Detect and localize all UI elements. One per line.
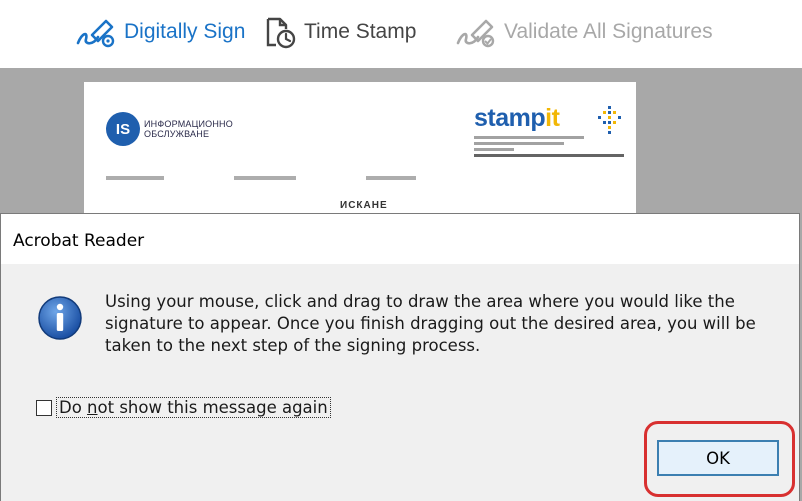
is-logo-mark: IS <box>106 112 140 146</box>
dont-show-label-suffix: ot show this message again <box>97 398 328 417</box>
document-heading: ИСКАНЕ <box>340 200 388 211</box>
time-stamp-button[interactable]: Time Stamp <box>262 14 416 50</box>
dont-show-again-checkbox[interactable] <box>36 399 52 416</box>
ok-button[interactable]: OK <box>657 440 779 476</box>
signature-toolbar: Digitally Sign Time Stamp Validate All S… <box>0 0 802 68</box>
pen-signature-icon <box>74 15 118 49</box>
information-services-logo: IS ИНФОРМАЦИОННО ОБСЛУЖВАНЕ <box>106 112 233 146</box>
pen-check-icon <box>454 15 498 49</box>
dont-show-again-option[interactable]: Do not show this message again <box>36 397 331 418</box>
dont-show-label-accelerator: n <box>87 398 98 417</box>
stampit-contact-lines <box>474 136 624 160</box>
dont-show-again-label[interactable]: Do not show this message again <box>56 397 331 418</box>
digitally-sign-label: Digitally Sign <box>124 20 246 43</box>
dialog-titlebar[interactable]: Acrobat Reader <box>1 214 799 264</box>
clock-document-icon <box>262 15 298 49</box>
time-stamp-label: Time Stamp <box>304 20 417 43</box>
dialog-title: Acrobat Reader <box>13 231 145 251</box>
dont-show-label-prefix: Do <box>59 398 88 417</box>
digitally-sign-button[interactable]: Digitally Sign <box>74 14 245 50</box>
info-icon <box>36 294 84 342</box>
stampit-wordmark: stampit <box>474 104 560 132</box>
acrobat-reader-dialog: Acrobat Reader Using your mouse, click a… <box>0 213 800 501</box>
is-logo-text: ИНФОРМАЦИОННО ОБСЛУЖВАНЕ <box>144 119 233 139</box>
validate-all-signatures-label: Validate All Signatures <box>504 20 713 43</box>
dialog-message: Using your mouse, click and drag to draw… <box>105 292 756 355</box>
stampit-logo: stampit <box>474 104 624 157</box>
validate-all-signatures-button[interactable]: Validate All Signatures <box>454 14 713 50</box>
stampit-dots-graphic <box>598 106 621 134</box>
